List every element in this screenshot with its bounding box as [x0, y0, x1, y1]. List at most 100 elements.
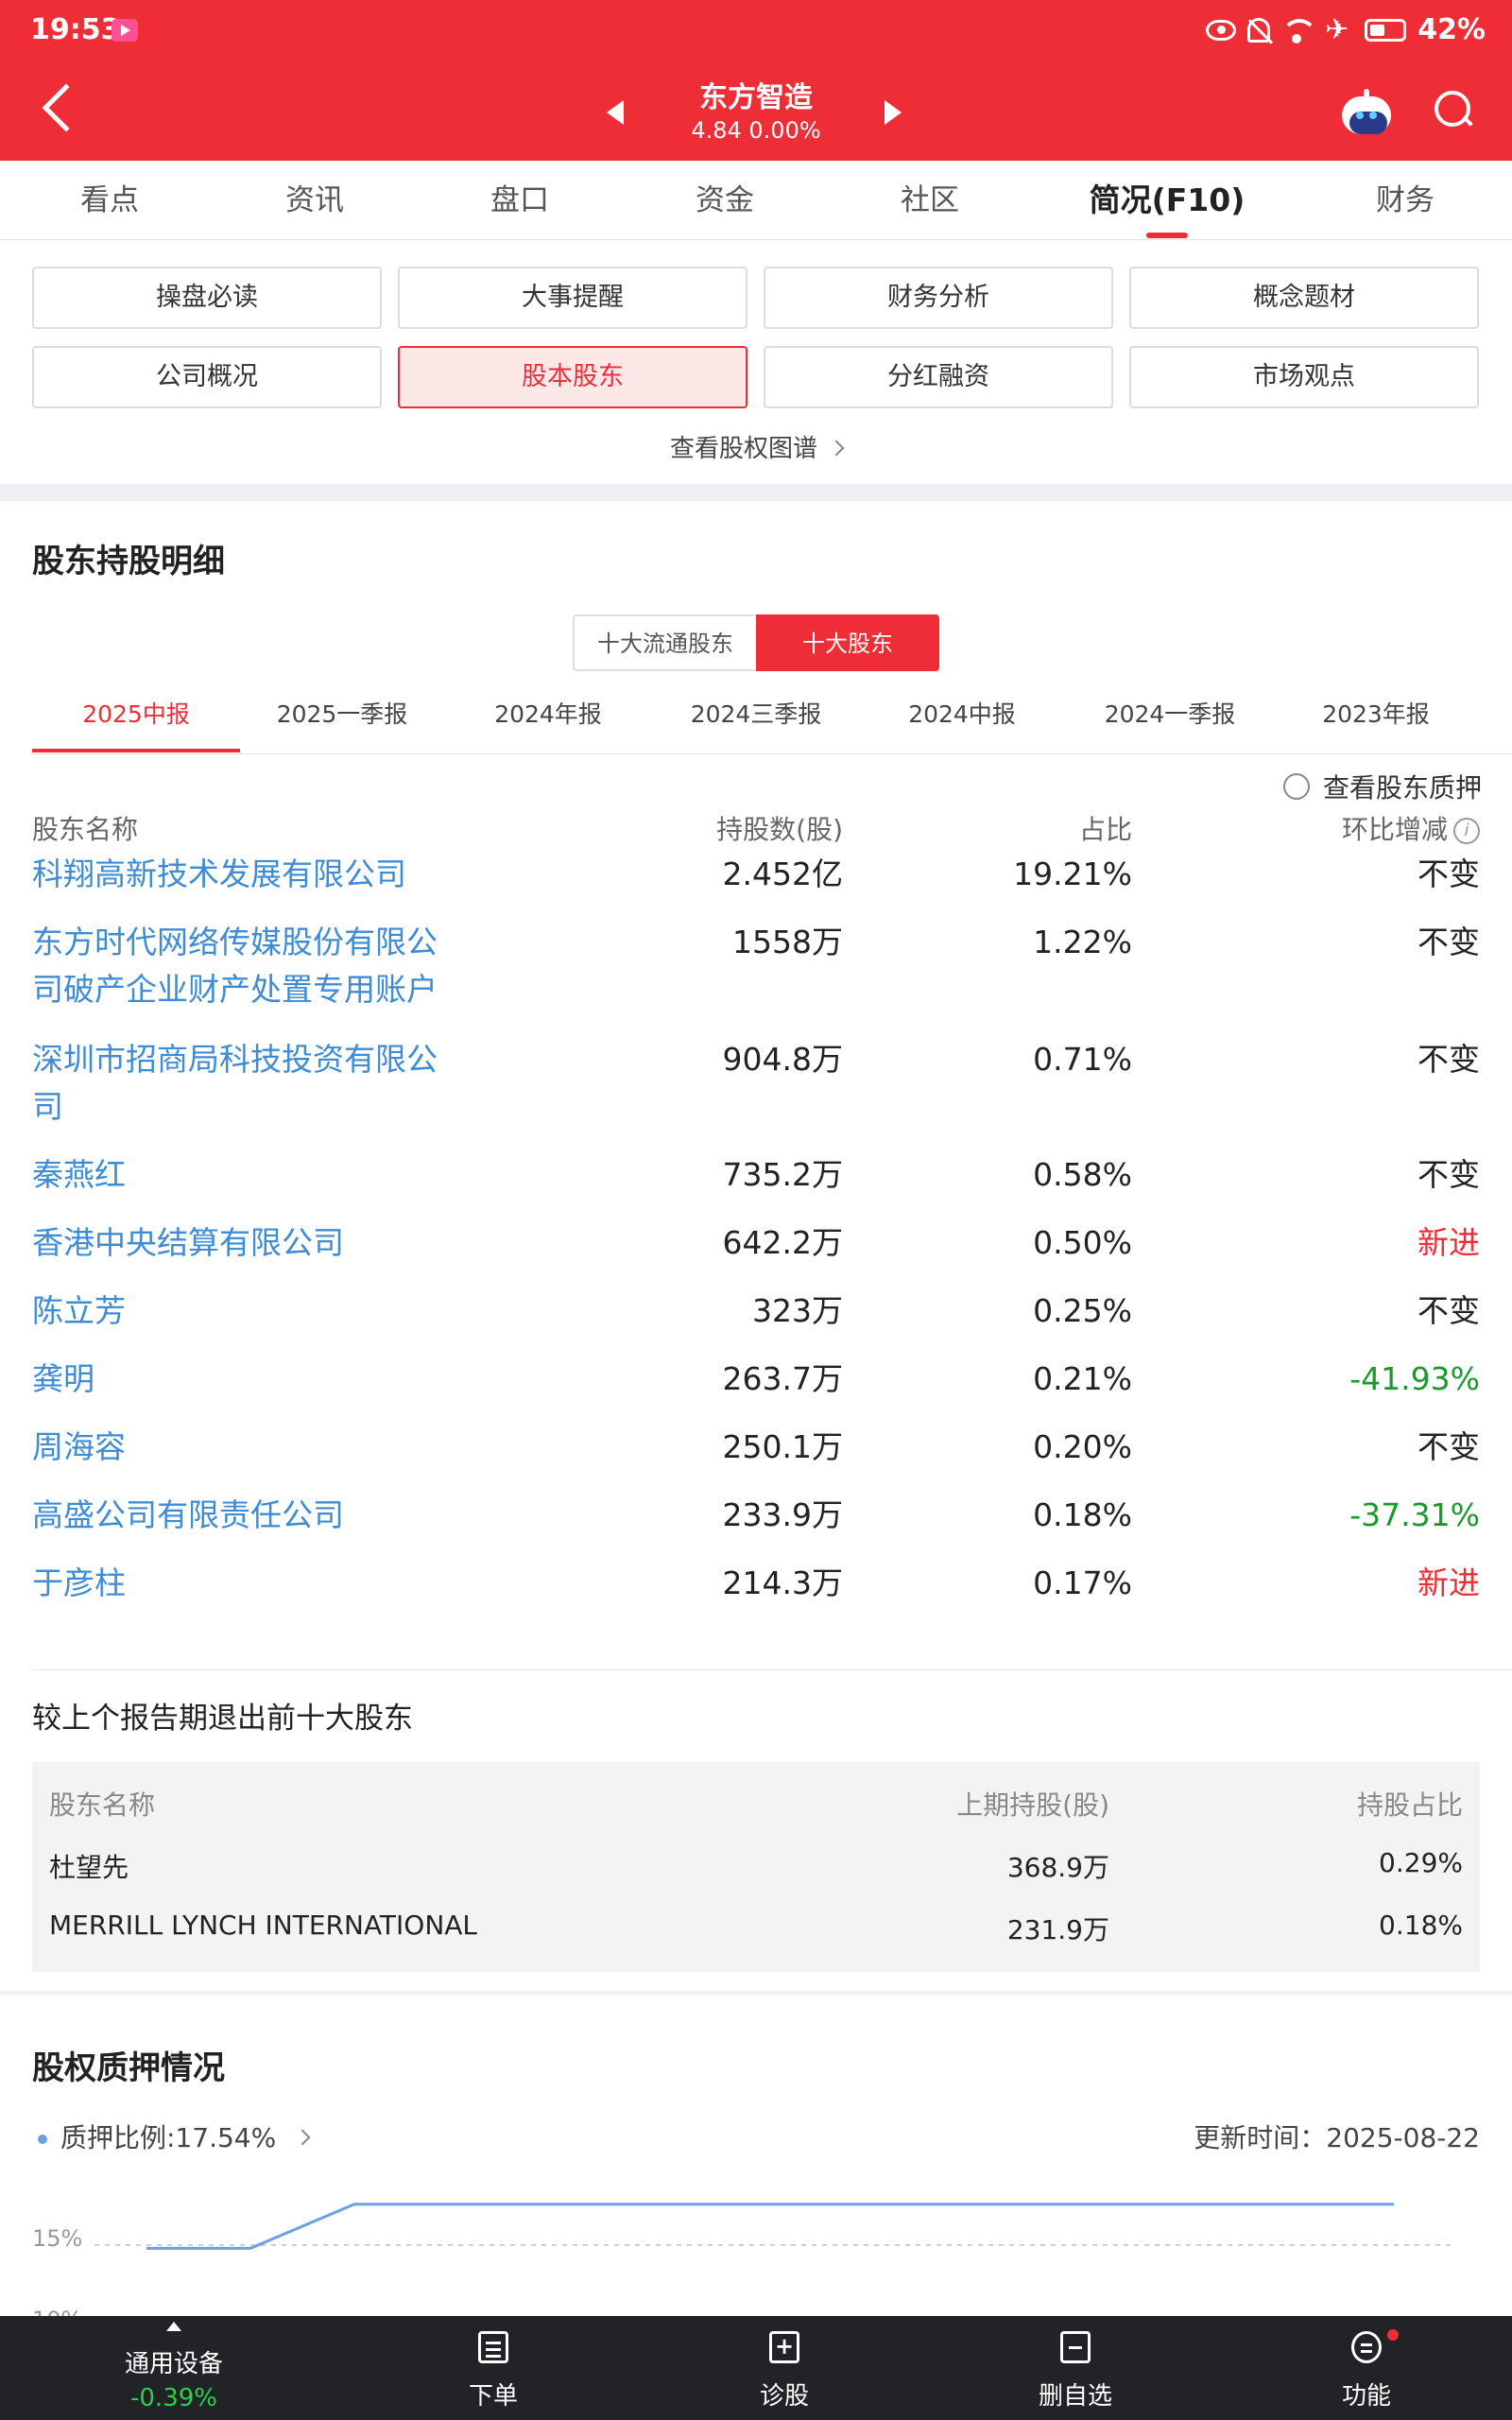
eye-icon [1206, 19, 1237, 41]
search-icon[interactable] [1435, 91, 1472, 129]
holder-name[interactable]: 科翔高新技术发展有限公司 [32, 851, 467, 898]
holder-change: -41.93% [1349, 1360, 1480, 1397]
col-header-name: 股东名称 [32, 814, 139, 845]
diagnose-plus-icon [769, 2331, 799, 2363]
table-row[interactable]: 香港中央结算有限公司 642.2万 0.50% 新进 [0, 1219, 1512, 1288]
subnav-concepts[interactable]: 概念题材 [1129, 267, 1479, 329]
top10-holders-button[interactable]: 十大股东 [756, 614, 939, 671]
holder-shares: 250.1万 [722, 1428, 843, 1465]
shareholder-type-toggle: 十大流通股东 十大股东 [573, 614, 939, 671]
holder-change: -37.31% [1349, 1496, 1480, 1533]
order-doc-icon [478, 2331, 508, 2363]
period-tab[interactable]: 2024三季报 [691, 686, 822, 754]
robot-assistant-icon[interactable] [1340, 89, 1393, 136]
holder-pct: 0.58% [1033, 1156, 1132, 1193]
pledge-ratio-chart [94, 2203, 1455, 2250]
holder-pct: 0.25% [1033, 1292, 1132, 1329]
order-button[interactable]: 下单 [399, 2316, 588, 2420]
col-header-change-label: 环比增减 [1341, 814, 1448, 845]
status-bar: 19:53 ✈ 42% [0, 0, 1512, 62]
remove-watchlist-button[interactable]: 删自选 [981, 2316, 1170, 2420]
show-pledge-toggle[interactable]: 查看股东质押 [1282, 768, 1482, 805]
period-tab[interactable]: 2024年报 [494, 686, 602, 754]
top10-float-holders-button[interactable]: 十大流通股东 [573, 614, 756, 671]
holder-shares: 2.452亿 [722, 856, 843, 892]
holder-shares: 642.2万 [722, 1224, 843, 1261]
holder-name[interactable]: 龚明 [32, 1356, 467, 1403]
notification-dot-icon [1387, 2329, 1399, 2341]
status-icons: ✈ 42% [1206, 13, 1486, 46]
equity-graph-link[interactable]: 查看股权图谱 [0, 429, 1512, 464]
holder-pct: 0.21% [1033, 1360, 1132, 1397]
table-row[interactable]: 于彦柱 214.3万 0.17% 新进 [0, 1560, 1512, 1628]
holder-pct: 19.21% [1013, 856, 1132, 892]
subnav-events[interactable]: 大事提醒 [398, 267, 747, 329]
holder-name[interactable]: 东方时代网络传媒股份有限公司破产企业财产处置专用账户 [32, 919, 467, 1013]
holder-name[interactable]: 于彦柱 [32, 1560, 467, 1607]
subnav-dividends[interactable]: 分红融资 [764, 346, 1113, 408]
tab-community[interactable]: 社区 [901, 161, 959, 240]
subnav-shareholders[interactable]: 股本股东 [398, 346, 747, 408]
equity-pledge-card: 股权质押情况 质押比例:17.54% 更新时间：2025-08-22 15% 1… [0, 1995, 1512, 2316]
holder-pct: 0.20% [1033, 1428, 1132, 1465]
battery-icon [1365, 18, 1407, 42]
subnav-financial-analysis[interactable]: 财务分析 [764, 267, 1113, 329]
main-tabs: 看点 资讯 盘口 资金 社区 简况(F10) 财务 [0, 161, 1512, 240]
tab-orderbook[interactable]: 盘口 [490, 161, 549, 240]
table-row[interactable]: 周海容 250.1万 0.20% 不变 [0, 1424, 1512, 1492]
table-row[interactable]: 龚明 263.7万 0.21% -41.93% [0, 1356, 1512, 1424]
mute-bell-icon [1247, 17, 1271, 43]
diagnose-button[interactable]: 诊股 [690, 2316, 879, 2420]
period-tab[interactable]: 2023年报 [1322, 686, 1430, 754]
title-bar: 东方智造 4.84 0.00% [0, 62, 1512, 161]
tab-news[interactable]: 资讯 [285, 161, 344, 240]
period-tab[interactable]: 2024中报 [908, 686, 1016, 754]
active-tab-indicator [1146, 233, 1188, 238]
holder-name[interactable]: 香港中央结算有限公司 [32, 1219, 467, 1267]
radio-icon[interactable] [1282, 773, 1310, 800]
info-icon[interactable]: i [1453, 818, 1480, 844]
tab-finance[interactable]: 财务 [1376, 161, 1435, 240]
holder-name[interactable]: 深圳市招商局科技投资有限公司 [32, 1036, 467, 1131]
battery-level: 42% [1418, 13, 1486, 46]
subnav-trading-must-read[interactable]: 操盘必读 [32, 267, 382, 329]
remove-watchlist-label: 删自选 [1038, 2382, 1112, 2411]
subnav-company-profile[interactable]: 公司概况 [32, 346, 382, 408]
tab-highlights[interactable]: 看点 [80, 161, 139, 240]
holder-change: 不变 [1418, 1041, 1480, 1078]
exit-holder-pct: 0.29% [1379, 1847, 1463, 1878]
period-tab[interactable]: 2024一季报 [1105, 686, 1236, 754]
tab-funds[interactable]: 资金 [696, 161, 754, 240]
tab-f10[interactable]: 简况(F10) [1090, 161, 1246, 240]
exit-holder-pct: 0.18% [1379, 1910, 1463, 1941]
next-stock-icon[interactable] [885, 100, 902, 125]
subnav-market-views[interactable]: 市场观点 [1129, 346, 1479, 408]
holdings-table: 科翔高新技术发展有限公司 2.452亿 19.21% 不变 东方时代网络传媒股份… [0, 851, 1512, 1628]
exit-col-pct: 持股占比 [1356, 1789, 1463, 1821]
holder-change: 新进 [1418, 1224, 1480, 1261]
period-tab[interactable]: 2025中报 [82, 686, 190, 754]
status-time: 19:53 [30, 13, 121, 46]
sector-change: -0.39% [130, 2384, 217, 2412]
holder-change: 不变 [1418, 1156, 1480, 1193]
holder-name[interactable]: 秦燕红 [32, 1151, 467, 1199]
table-row[interactable]: 高盛公司有限责任公司 233.9万 0.18% -37.31% [0, 1492, 1512, 1560]
table-row[interactable]: 科翔高新技术发展有限公司 2.452亿 19.21% 不变 [0, 851, 1512, 919]
functions-button[interactable]: 功能 [1272, 2316, 1461, 2420]
f10-subnav: 操盘必读 大事提醒 财务分析 概念题材 公司概况 股本股东 分红融资 市场观点 … [0, 240, 1512, 484]
holder-change: 新进 [1418, 1564, 1480, 1601]
holder-name[interactable]: 高盛公司有限责任公司 [32, 1492, 467, 1539]
related-sector-tab[interactable]: 通用设备 -0.39% [79, 2316, 268, 2420]
pledge-ratio-series-line [146, 2203, 1394, 2250]
functions-menu-icon [1351, 2331, 1382, 2363]
exited-holders-table: 股东名称 上期持股(股) 持股占比 杜望先 368.9万 0.29% MERRI… [32, 1762, 1480, 1972]
period-tab[interactable]: 2025一季报 [277, 686, 408, 754]
stock-name: 东方智造 [699, 81, 813, 114]
table-row[interactable]: 秦燕红 735.2万 0.58% 不变 [0, 1151, 1512, 1219]
holder-name[interactable]: 周海容 [32, 1424, 467, 1471]
table-row[interactable]: 东方时代网络传媒股份有限公司破产企业财产处置专用账户 1558万 1.22% 不… [0, 919, 1512, 1036]
table-row[interactable]: 深圳市招商局科技投资有限公司 904.8万 0.71% 不变 [0, 1036, 1512, 1151]
table-row[interactable]: 陈立芳 323万 0.25% 不变 [0, 1288, 1512, 1356]
holder-pct: 0.71% [1033, 1041, 1132, 1078]
holder-name[interactable]: 陈立芳 [32, 1288, 467, 1335]
